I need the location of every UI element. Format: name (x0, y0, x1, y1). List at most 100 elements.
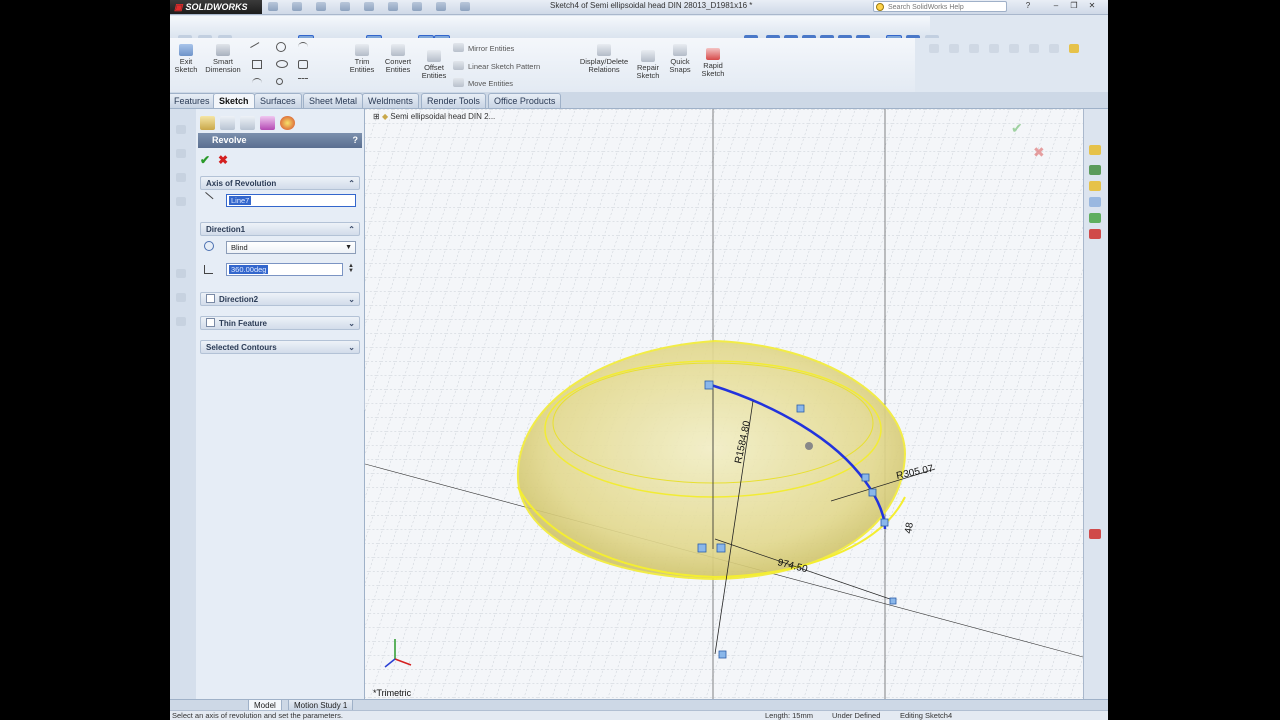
view-palette-icon[interactable] (1089, 213, 1101, 223)
collapse-chevron-icon[interactable]: ⌃ (348, 177, 355, 191)
point-icon[interactable] (276, 78, 283, 85)
extra-tool-icon-4[interactable] (989, 44, 999, 53)
left-tool-icon-1[interactable] (176, 125, 186, 134)
search-pane-icon[interactable] (1089, 197, 1101, 207)
centerline-icon[interactable] (298, 78, 308, 88)
exit-sketch-button[interactable]: Exit Sketch (174, 44, 198, 74)
left-tool-icon-2[interactable] (176, 149, 186, 158)
linear-sketch-pattern-label[interactable]: Linear Sketch Pattern (468, 62, 540, 71)
cancel-corner-icon[interactable]: ✖ (1033, 144, 1045, 160)
feature-manager-tab-icon[interactable] (200, 116, 215, 130)
undo-icon[interactable] (364, 2, 374, 11)
collapse-chevron-icon[interactable]: ⌃ (348, 223, 355, 237)
left-tool-icon-7[interactable] (176, 317, 186, 326)
help-key-icon[interactable] (1069, 44, 1079, 53)
linear-sketch-pattern-icon[interactable] (453, 61, 464, 70)
help-menu-icon[interactable]: ? (1022, 1, 1034, 11)
expand-tree-icon[interactable]: ⊞ (373, 112, 380, 121)
sketch-point[interactable] (718, 650, 727, 659)
spline-icon[interactable] (298, 42, 308, 52)
configuration-manager-tab-icon[interactable] (240, 116, 255, 130)
expand-chevron-icon[interactable]: ⌄ (348, 293, 355, 307)
mirror-entities-label[interactable]: Mirror Entities (468, 44, 514, 53)
extra-tool-icon-7[interactable] (1049, 44, 1059, 53)
expand-chevron-icon[interactable]: ⌄ (348, 317, 355, 331)
tab-weldments[interactable]: Weldments (362, 93, 419, 108)
angle-field[interactable]: 360.00deg (226, 263, 343, 276)
move-entities-label[interactable]: Move Entities (468, 79, 513, 88)
design-library-icon[interactable] (1089, 165, 1101, 175)
minimize-button[interactable]: – (1050, 1, 1062, 11)
quick-snaps-button[interactable]: Quick Snaps (666, 44, 694, 74)
extra-tool-icon-3[interactable] (969, 44, 979, 53)
sketch-point[interactable] (889, 597, 897, 605)
rebuild-icon[interactable] (436, 2, 446, 11)
rapid-sketch-button[interactable]: Rapid Sketch (699, 48, 727, 78)
tab-features[interactable]: Features (170, 93, 216, 108)
sketch-point[interactable] (880, 518, 889, 527)
reverse-direction-icon[interactable] (204, 241, 214, 251)
ellipse-icon[interactable] (276, 60, 288, 68)
extra-tool-icon-6[interactable] (1029, 44, 1039, 53)
sketch-point[interactable] (796, 404, 805, 413)
display-delete-relations-button[interactable]: Display/Delete Relations (574, 44, 634, 74)
redo-icon[interactable] (388, 2, 398, 11)
extra-tool-icon-5[interactable] (1009, 44, 1019, 53)
restore-button[interactable]: ❐ (1068, 1, 1080, 11)
sketch-point[interactable] (868, 488, 877, 497)
graphics-canvas[interactable]: R1584.80 R305.07 974.50 48 *Trimetric ✔ … (365, 109, 1083, 699)
axis-of-revolution-section[interactable]: Axis of Revolution ⌃ (200, 176, 360, 190)
select-icon[interactable] (412, 2, 422, 11)
search-help-input[interactable]: Search SolidWorks Help (873, 1, 1007, 12)
rectangle-icon[interactable] (252, 60, 262, 69)
open-icon[interactable] (292, 2, 302, 11)
left-tool-icon-4[interactable] (176, 197, 186, 206)
slot-icon[interactable] (298, 60, 308, 69)
extra-tool-icon-1[interactable] (929, 44, 939, 53)
end-condition-select[interactable]: Blind ▼ (226, 241, 356, 254)
dimxpert-tab-icon[interactable] (260, 116, 275, 130)
print-icon[interactable] (340, 2, 350, 11)
axis-of-revolution-field[interactable]: Line7 (226, 194, 356, 207)
cancel-x-icon[interactable]: ✖ (218, 153, 228, 167)
direction2-checkbox[interactable] (206, 294, 215, 303)
tab-sketch[interactable]: Sketch (213, 93, 255, 108)
sketch-point[interactable] (697, 543, 707, 553)
tab-render-tools[interactable]: Render Tools (421, 93, 486, 108)
thin-feature-checkbox[interactable] (206, 318, 215, 327)
line-icon[interactable] (250, 42, 264, 56)
tab-sheet-metal[interactable]: Sheet Metal (303, 93, 364, 108)
tab-surfaces[interactable]: Surfaces (254, 93, 302, 108)
feature-tree-root-label[interactable]: Semi ellipsoidal head DIN 2... (390, 112, 495, 121)
left-tool-icon-5[interactable] (176, 269, 186, 278)
offset-entities-button[interactable]: Offset Entities (418, 50, 450, 80)
graphics-area[interactable]: R1584.80 R305.07 974.50 48 *Trimetric ✔ … (365, 109, 1083, 699)
sketch-point[interactable] (861, 473, 870, 482)
ok-check-icon[interactable]: ✔ (200, 153, 210, 167)
new-icon[interactable] (268, 2, 278, 11)
home-icon[interactable] (1089, 145, 1101, 155)
options-icon[interactable] (460, 2, 470, 11)
arc-icon[interactable] (252, 78, 262, 88)
help-icon[interactable]: ? (353, 133, 359, 148)
display-manager-tab-icon[interactable] (280, 116, 295, 130)
thin-feature-section[interactable]: Thin Feature ⌄ (200, 316, 360, 330)
direction1-section[interactable]: Direction1 ⌃ (200, 222, 360, 236)
trim-entities-button[interactable]: Trim Entities (346, 44, 378, 74)
expand-chevron-icon[interactable]: ⌄ (348, 341, 355, 355)
property-manager-tab-icon[interactable] (220, 116, 235, 130)
file-explorer-icon[interactable] (1089, 181, 1101, 191)
flyout-feature-tree[interactable]: ⊞ ◆ Semi ellipsoidal head DIN 2... (373, 112, 495, 121)
sketch-point[interactable] (716, 543, 726, 553)
mirror-entities-icon[interactable] (453, 43, 464, 52)
smart-dimension-button[interactable]: Smart Dimension (204, 44, 242, 74)
appearances-icon[interactable] (1089, 229, 1101, 239)
solidworks-logo[interactable]: ▣ SOLIDWORKS (170, 0, 262, 14)
left-tool-icon-3[interactable] (176, 173, 186, 182)
sketch-point[interactable] (704, 380, 714, 390)
angle-spin-buttons[interactable]: ▲ ▼ (348, 263, 354, 274)
convert-entities-button[interactable]: Convert Entities (382, 44, 414, 74)
move-entities-icon[interactable] (453, 78, 464, 87)
confirm-corner-icon[interactable]: ✔ (1011, 120, 1023, 136)
circle-icon[interactable] (276, 42, 286, 52)
